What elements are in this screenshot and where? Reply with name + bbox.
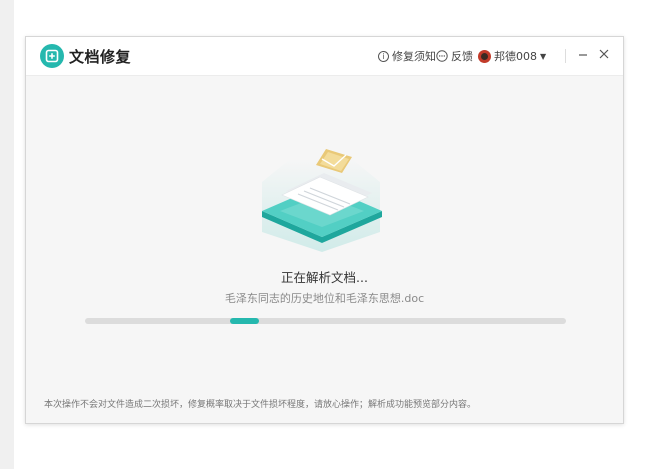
repair-notice-link[interactable]: i 修复须知 (378, 48, 436, 64)
repair-notice-label: 修复须知 (392, 50, 436, 63)
chat-bubble-icon (436, 50, 448, 62)
app-title: 文档修复 (69, 48, 132, 66)
user-menu[interactable]: 邦德008 ▼ (478, 48, 546, 64)
info-circle-icon: i (378, 50, 389, 62)
minimize-icon (579, 54, 587, 56)
footer-note: 本次操作不会对文件造成二次损坏，修复概率取决于文件损坏程度，请放心操作；解析成功… (44, 400, 477, 410)
feedback-link[interactable]: 反馈 (436, 48, 473, 64)
background-strip (0, 0, 14, 469)
avatar (478, 49, 491, 63)
user-name: 邦德008 (494, 50, 537, 63)
progress-bar (85, 318, 566, 324)
titlebar-divider (565, 49, 566, 63)
document-parsing-illustration (262, 149, 382, 252)
app-logo-icon (40, 44, 64, 68)
minimize-button[interactable] (575, 46, 591, 62)
file-name: 毛泽东同志的历史地位和毛泽东思想.doc (224, 292, 425, 305)
title-bar: 文档修复 i 修复须知 反馈 邦德008 ▼ (26, 37, 623, 76)
status-text: 正在解析文档... (281, 270, 368, 285)
app-window: 文档修复 i 修复须知 反馈 邦德008 ▼ 正在解析文档... 毛泽东同志的历… (25, 36, 624, 424)
close-button[interactable] (596, 46, 612, 62)
close-icon (599, 49, 609, 59)
progress-indicator (230, 318, 259, 324)
caret-down-icon: ▼ (540, 51, 547, 61)
feedback-label: 反馈 (451, 50, 473, 63)
